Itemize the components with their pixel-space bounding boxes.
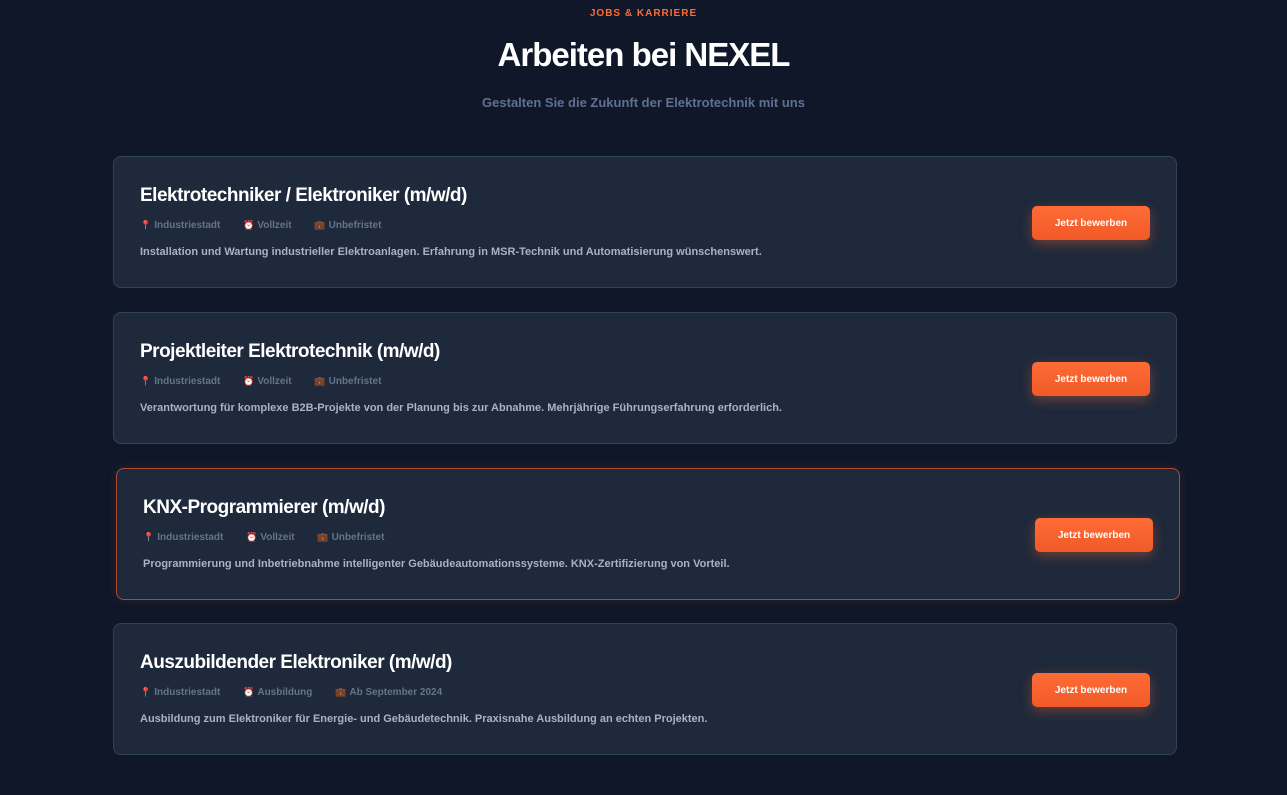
section-eyebrow: JOBS & KARRIERE — [589, 8, 698, 19]
briefcase-icon: 💼 — [314, 220, 326, 230]
apply-button[interactable]: Jetzt bewerben — [1032, 362, 1150, 396]
job-description: Ausbildung zum Elektroniker für Energie-… — [140, 713, 708, 725]
job-duration: 💼 Unbefristet — [317, 532, 385, 543]
job-type: ⏰ Vollzeit — [243, 220, 292, 231]
briefcase-icon: 💼 — [335, 687, 347, 697]
job-card: Auszubildender Elektroniker (m/w/d) 📍 Ind… — [113, 623, 1177, 755]
page-title: Arbeiten bei NEXEL — [497, 36, 791, 73]
job-title: Auszubildender Elektroniker (m/w/d) — [140, 652, 452, 673]
job-type: ⏰ Ausbildung — [243, 687, 313, 698]
job-location: 📍 Industriestadt — [140, 687, 221, 698]
page-subtitle: Gestalten Sie die Zukunft der Elektrotec… — [482, 95, 805, 110]
apply-button[interactable]: Jetzt bewerben — [1032, 673, 1150, 707]
job-meta: 📍 Industriestadt ⏰ Ausbildung 💼 Ab Septembe… — [140, 687, 462, 698]
job-duration: 💼 Ab September 2024 — [335, 687, 443, 698]
alarm-clock-icon: ⏰ — [243, 220, 255, 230]
alarm-clock-icon: ⏰ — [243, 376, 255, 386]
job-duration: 💼 Unbefristet — [314, 376, 382, 387]
job-type: ⏰ Vollzeit — [246, 532, 295, 543]
apply-button[interactable]: Jetzt bewerben — [1032, 206, 1150, 240]
job-title: Projektleiter Elektrotechnik (m/w/d) — [140, 341, 440, 362]
job-duration: 💼 Unbefristet — [314, 220, 382, 231]
briefcase-icon: 💼 — [314, 376, 326, 386]
apply-button[interactable]: Jetzt bewerben — [1035, 518, 1153, 552]
job-title: Elektrotechniker / Elektroniker (m/w/d) — [140, 185, 467, 206]
job-description: Installation und Wartung industrieller E… — [140, 246, 762, 258]
pin-icon: 📍 — [140, 220, 152, 230]
alarm-clock-icon: ⏰ — [246, 532, 258, 542]
job-meta: 📍 Industriestadt ⏰ Vollzeit 💼 Unbefristet — [140, 376, 401, 387]
job-meta: 📍 Industriestadt ⏰ Vollzeit 💼 Unbefristet — [143, 532, 404, 543]
job-card: Elektrotechniker / Elektroniker (m/w/d) … — [113, 156, 1177, 288]
job-location: 📍 Industriestadt — [143, 532, 224, 543]
job-card: Projektleiter Elektrotechnik (m/w/d) 📍 In… — [113, 312, 1177, 444]
job-description: Programmierung und Inbetriebnahme intell… — [143, 558, 730, 570]
pin-icon: 📍 — [140, 687, 152, 697]
pin-icon: 📍 — [140, 376, 152, 386]
job-location: 📍 Industriestadt — [140, 376, 221, 387]
job-card: KNX-Programmierer (m/w/d) 📍 Industriestad… — [116, 468, 1180, 600]
job-location: 📍 Industriestadt — [140, 220, 221, 231]
job-title: KNX-Programmierer (m/w/d) — [143, 497, 385, 518]
job-meta: 📍 Industriestadt ⏰ Vollzeit 💼 Unbefristet — [140, 220, 401, 231]
pin-icon: 📍 — [143, 532, 155, 542]
alarm-clock-icon: ⏰ — [243, 687, 255, 697]
job-type: ⏰ Vollzeit — [243, 376, 292, 387]
briefcase-icon: 💼 — [317, 532, 329, 542]
job-description: Verantwortung für komplexe B2B-Projekte … — [140, 402, 782, 414]
